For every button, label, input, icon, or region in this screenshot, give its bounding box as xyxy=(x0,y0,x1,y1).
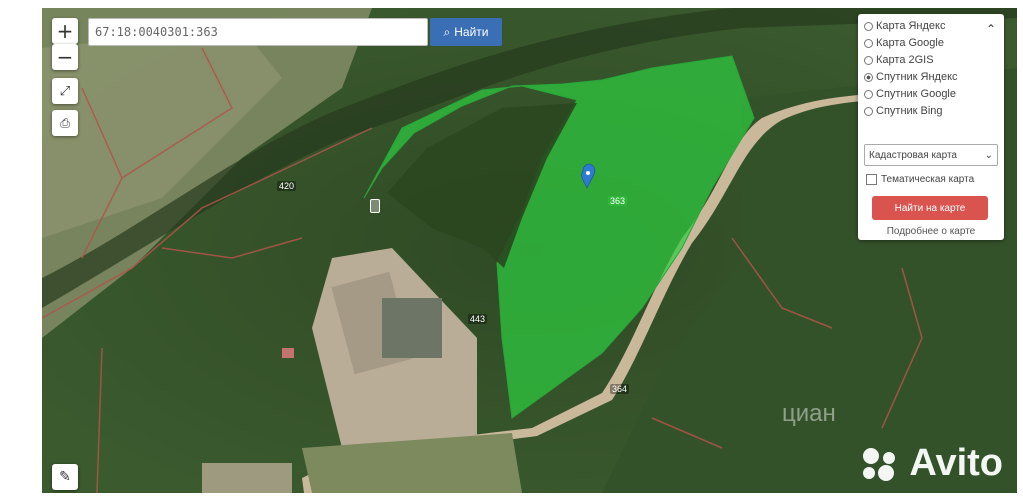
avito-watermark: Avito xyxy=(859,442,1003,485)
radio-icon[interactable] xyxy=(864,72,873,82)
fullscreen-icon[interactable]: ⤢ xyxy=(52,78,78,104)
zoom-out-button[interactable]: − xyxy=(52,44,78,70)
find-button-label: Найти xyxy=(454,25,489,39)
info-link[interactable]: Подробнее о карте xyxy=(858,226,1004,237)
zoom-in-button[interactable]: + xyxy=(52,18,78,44)
thematic-checkbox[interactable]: Тематическая карта xyxy=(866,174,974,185)
ruler-icon[interactable]: ✎ xyxy=(52,464,78,490)
radio-icon[interactable] xyxy=(864,21,873,31)
cadastral-number-input[interactable] xyxy=(88,18,428,46)
map-view[interactable]: 420 363 443 364 + − ⤢ ⎙ ✎ ⌕ Найти ⌃ Карт… xyxy=(42,8,1017,493)
plot-label: 364 xyxy=(610,384,630,394)
radio-icon[interactable] xyxy=(864,55,873,65)
overlay-select-value: Кадастровая карта xyxy=(869,149,957,161)
checkbox-icon[interactable] xyxy=(866,174,877,185)
parcel-centroid-icon xyxy=(370,199,380,213)
search-icon: ⌕ xyxy=(443,24,451,39)
radio-icon[interactable] xyxy=(864,106,873,116)
avito-logo-icon xyxy=(863,447,896,481)
layer-option[interactable]: Спутник Bing xyxy=(864,103,943,119)
chevron-up-icon[interactable]: ⌃ xyxy=(986,22,996,36)
find-button[interactable]: ⌕ Найти xyxy=(430,18,502,46)
layer-option[interactable]: Спутник Яндекс xyxy=(864,69,958,85)
layer-option-label: Карта Google xyxy=(876,37,944,49)
layer-option-label: Карта 2GIS xyxy=(876,54,934,66)
plot-label: 420 xyxy=(277,181,297,191)
cian-watermark: циан xyxy=(782,400,836,427)
plot-label: 443 xyxy=(468,314,488,324)
overlay-select[interactable]: Кадастровая карта ⌄ xyxy=(864,144,998,166)
layer-option[interactable]: Карта Яндекс xyxy=(864,18,945,34)
chevron-down-icon: ⌄ xyxy=(984,149,993,161)
layer-option-label: Спутник Яндекс xyxy=(876,71,958,83)
layer-option-label: Карта Яндекс xyxy=(876,20,946,32)
print-icon[interactable]: ⎙ xyxy=(52,110,78,136)
layer-option-label: Спутник Google xyxy=(876,88,956,100)
layer-option-label: Спутник Bing xyxy=(876,105,943,117)
radio-icon[interactable] xyxy=(864,38,873,48)
avito-wordmark: Avito xyxy=(909,442,1003,484)
layer-option[interactable]: Карта 2GIS xyxy=(864,52,934,68)
radio-icon[interactable] xyxy=(864,89,873,99)
layer-option[interactable]: Спутник Google xyxy=(864,86,956,102)
locate-button[interactable]: Найти на карте xyxy=(872,196,988,220)
layer-option[interactable]: Карта Google xyxy=(864,35,944,51)
checkbox-label: Тематическая карта xyxy=(881,174,975,185)
plot-label: 363 xyxy=(608,196,628,206)
layer-panel: ⌃ Карта Яндекс Карта Google Карта 2GIS С… xyxy=(858,14,1004,240)
